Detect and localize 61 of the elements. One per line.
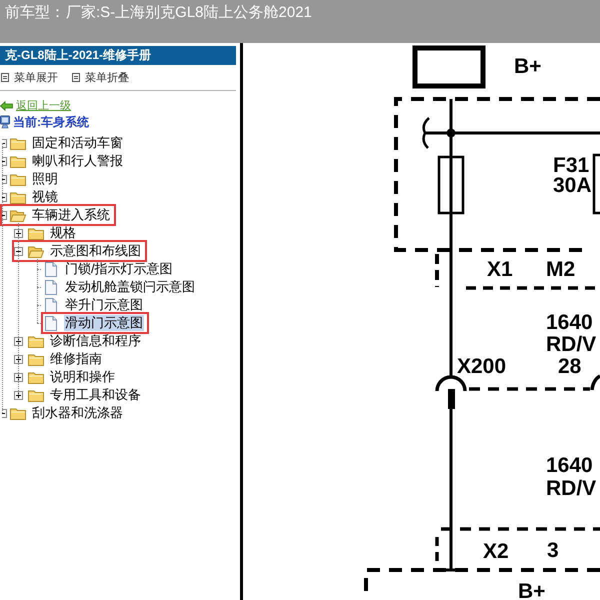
document-icon (45, 280, 57, 294)
expand-icon[interactable] (14, 228, 23, 238)
expander-icon[interactable] (2, 174, 7, 184)
expander-icon[interactable] (2, 192, 7, 202)
fuse-symbol (592, 154, 600, 214)
collapse-icon[interactable] (14, 246, 23, 256)
connector-pin: 28 (558, 355, 582, 378)
tree-item[interactable]: 滑动门示意图 (64, 315, 144, 331)
tree-item[interactable]: 视镜 (31, 189, 59, 205)
wire-color-code: RD/V (546, 477, 596, 500)
expander-icon[interactable] (2, 138, 7, 148)
connector-name: X200 (457, 355, 506, 378)
tree-item[interactable]: 刮水器和洗涤器 (31, 405, 124, 421)
document-icon (45, 298, 57, 312)
connector-name: X1 (487, 258, 513, 281)
menu-button[interactable]: 菜单展开 (14, 70, 58, 84)
current-section: 当前:车身系统 (13, 115, 89, 129)
tree-item[interactable]: 维修指南 (49, 351, 103, 367)
wire-color-code: RD/V (546, 333, 596, 356)
fuse-rating: 30A (553, 174, 592, 197)
vehicle-label: 前车型： (5, 4, 65, 22)
back-arrow-icon[interactable] (0, 101, 13, 111)
junction-dot (446, 128, 456, 138)
connector-pin: 3 (547, 539, 559, 562)
fuse-name: F31 (553, 154, 590, 177)
tree-item[interactable]: 示意图和布线图 (49, 243, 142, 259)
tree-item[interactable]: 说明和操作 (49, 369, 116, 385)
menu-button[interactable]: 菜单折叠 (85, 70, 129, 84)
fuse-symbol (438, 156, 464, 214)
expander-icon[interactable] (2, 408, 7, 418)
tree-item[interactable]: 规格 (49, 225, 77, 241)
power-label: B+ (514, 55, 542, 78)
tree-item[interactable]: 发动机舱盖锁闩示意图 (64, 279, 196, 295)
connector-pin: M2 (546, 258, 576, 281)
expand-icon[interactable] (14, 354, 23, 364)
expander-icon[interactable] (2, 210, 7, 220)
circuit-number: 1640 (546, 311, 593, 334)
document-icon (45, 316, 57, 330)
circuit-number: 1640 (546, 454, 593, 477)
tree-item[interactable]: 举升门示意图 (64, 297, 144, 313)
tree-item[interactable]: 门锁/指示灯示意图 (64, 261, 174, 277)
tree-item[interactable]: 固定和活动车窗 (31, 135, 124, 151)
tree-item[interactable]: 喇叭和行人警报 (31, 153, 124, 169)
connector-name: X2 (483, 540, 509, 563)
monitor-icon (0, 115, 10, 129)
tree-item[interactable]: 车辆进入系统 (31, 207, 111, 223)
tree-item[interactable]: 照明 (31, 171, 59, 187)
expand-icon[interactable] (14, 372, 23, 382)
expand-icon[interactable] (14, 390, 23, 400)
wire-end-curve (422, 117, 430, 149)
tree-item[interactable]: 诊断信息和程序 (49, 333, 142, 349)
list-icon[interactable] (72, 73, 80, 82)
power-label: B+ (518, 580, 546, 600)
expand-icon[interactable] (14, 336, 23, 346)
vehicle-name: 厂家:S-上海别克GL8陆上公务舱2021 (66, 4, 312, 22)
expander-icon[interactable] (2, 156, 7, 166)
list-icon[interactable] (1, 73, 9, 82)
panel-title: 克-GL8陆上-2021-维修手册 (0, 46, 236, 65)
tree-item[interactable]: 专用工具和设备 (49, 387, 142, 403)
document-icon (45, 262, 57, 276)
back-link[interactable]: 返回上一级 (16, 100, 71, 112)
